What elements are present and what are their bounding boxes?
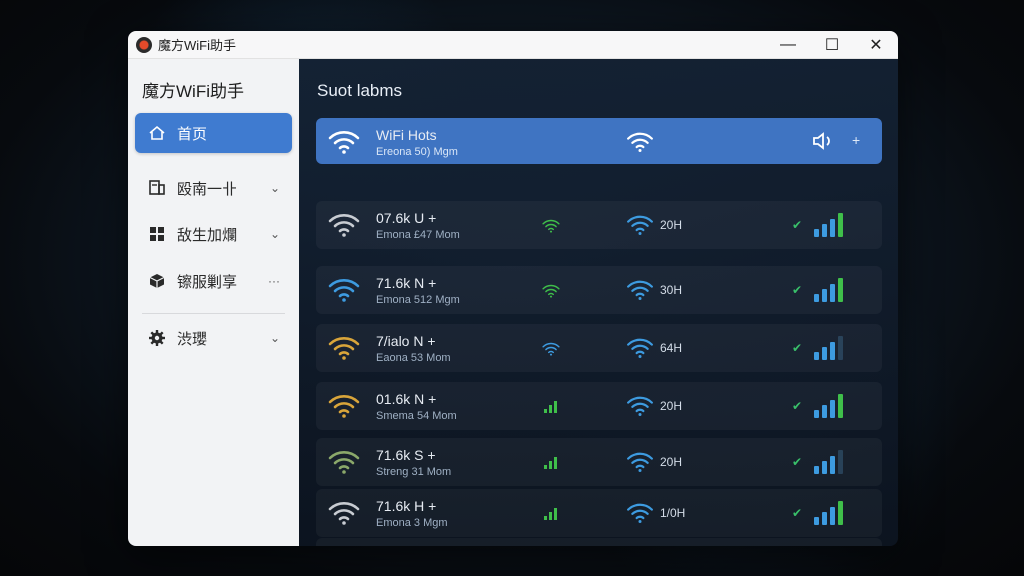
app-window: 魔方WiFi助手 — ☐ ✕ 魔方WiFi助手 首页 殴南一卝 ⌄ 敌生加爛 ⌄… bbox=[128, 31, 898, 546]
wifi-icon bbox=[328, 277, 360, 303]
network-subtitle: Emona £47 Mom bbox=[376, 229, 460, 241]
band-wifi-icon bbox=[542, 283, 560, 299]
network-row[interactable]: 71.6k N + Emona 512 Mgm 30H ✔ bbox=[316, 266, 882, 314]
speed-label: 1/0H bbox=[660, 506, 686, 520]
check-icon: ✔ bbox=[792, 283, 803, 297]
network-name: 71.6k S + bbox=[376, 447, 436, 463]
network-subtitle: Ereona 50) Mgm bbox=[376, 146, 458, 158]
network-row[interactable]: 7/ialo N + Eaona 53 Mom 64H ✔ bbox=[316, 324, 882, 372]
wifi-icon bbox=[328, 212, 360, 238]
speed-label: 30H bbox=[660, 283, 683, 297]
page-title: Suot labms bbox=[317, 81, 403, 100]
app-logo-icon bbox=[136, 36, 152, 53]
check-icon: ✔ bbox=[792, 455, 803, 469]
sidebar-item-apps[interactable]: 敌生加爛 ⌄ bbox=[135, 214, 292, 254]
signal-strength-icon bbox=[810, 448, 848, 476]
wifi-icon bbox=[626, 214, 654, 236]
main-panel: Suot labms WiFi Hots Ereona 50) Mgm +07.6k… bbox=[299, 59, 898, 546]
grid-apps-icon bbox=[147, 224, 167, 244]
wifi-icon bbox=[328, 449, 360, 475]
window-controls: — ☐ ✕ bbox=[766, 31, 898, 59]
sidebar-item-share[interactable]: 镲服剿享 ··· bbox=[135, 261, 292, 301]
check-icon: ✔ bbox=[792, 506, 803, 520]
sidebar-item-label: 渋瓔 bbox=[177, 330, 208, 348]
check-icon: ✔ bbox=[792, 218, 803, 232]
network-name: 71.6k H + bbox=[376, 498, 437, 514]
speed-label: 20H bbox=[660, 455, 683, 469]
chevron-down-icon[interactable]: ⌄ bbox=[270, 181, 280, 195]
band-signal-icon bbox=[542, 399, 560, 415]
band-signal-icon bbox=[542, 455, 560, 471]
maximize-button[interactable]: ☐ bbox=[810, 31, 854, 59]
sidebar-item-devices[interactable]: 殴南一卝 ⌄ bbox=[135, 168, 292, 208]
box-share-icon bbox=[147, 271, 167, 291]
network-subtitle: Streng 31 Mom bbox=[376, 466, 452, 478]
title-bar: 魔方WiFi助手 — ☐ ✕ bbox=[128, 31, 898, 59]
more-icon[interactable]: ··· bbox=[268, 274, 280, 288]
check-icon: ✔ bbox=[792, 399, 803, 413]
sidebar-item-label: 殴南一卝 bbox=[177, 180, 238, 198]
chevron-down-icon[interactable]: ⌄ bbox=[270, 227, 280, 241]
network-name: 07.6k U + bbox=[376, 210, 437, 226]
network-name: 71.6k N + bbox=[376, 275, 437, 291]
band-signal-icon bbox=[542, 506, 560, 522]
network-subtitle: Eaona 53 Mom bbox=[376, 352, 451, 364]
signal-strength-icon bbox=[810, 392, 848, 420]
network-row-selected[interactable]: WiFi Hots Ereona 50) Mgm + bbox=[316, 118, 882, 164]
speed-label: 64H bbox=[660, 341, 683, 355]
wifi-icon bbox=[626, 337, 654, 359]
network-name: 01.6k N + bbox=[376, 391, 437, 407]
network-name: 7/ialo N + bbox=[376, 333, 436, 349]
network-subtitle: Emona 3 Mgm bbox=[376, 517, 448, 529]
device-list-icon bbox=[147, 178, 167, 198]
wifi-icon bbox=[626, 395, 654, 417]
network-row[interactable]: 71.6k H + Emona 3 Mgm 1/0H ✔ bbox=[316, 489, 882, 537]
sidebar-item-home[interactable]: 首页 bbox=[135, 113, 292, 153]
signal-strength-icon bbox=[810, 211, 848, 239]
sidebar-title: 魔方WiFi助手 bbox=[142, 82, 244, 101]
network-subtitle: Smema 54 Mom bbox=[376, 410, 457, 422]
network-row[interactable]: 71.6k N +Emona 9 Mgm20H✔ bbox=[316, 538, 882, 546]
gear-icon bbox=[147, 328, 167, 348]
network-name: WiFi Hots bbox=[376, 127, 437, 143]
sidebar-divider bbox=[142, 313, 285, 314]
signal-strength-icon bbox=[810, 334, 848, 362]
chevron-down-icon[interactable]: ⌄ bbox=[270, 331, 280, 345]
sidebar: 魔方WiFi助手 首页 殴南一卝 ⌄ 敌生加爛 ⌄ 镲服剿享 ··· 渋瓔 ⌄ bbox=[128, 59, 299, 546]
wifi-icon bbox=[328, 393, 360, 419]
band-wifi-icon bbox=[542, 218, 560, 234]
network-subtitle: Emona 512 Mgm bbox=[376, 294, 460, 306]
speaker-icon[interactable] bbox=[812, 132, 836, 155]
close-button[interactable]: ✕ bbox=[854, 31, 898, 59]
network-row[interactable]: 07.6k U + Emona £47 Mom 20H ✔ bbox=[316, 201, 882, 249]
network-row[interactable]: 01.6k N + Smema 54 Mom 20H ✔ bbox=[316, 382, 882, 430]
add-icon[interactable]: + bbox=[852, 132, 860, 148]
wifi-icon bbox=[626, 279, 654, 301]
sidebar-item-label: 敌生加爛 bbox=[177, 226, 238, 244]
check-icon: ✔ bbox=[792, 341, 803, 355]
sidebar-item-label: 镲服剿享 bbox=[177, 273, 238, 291]
signal-strength-icon bbox=[810, 276, 848, 304]
wifi-icon bbox=[328, 129, 360, 155]
sidebar-item-settings[interactable]: 渋瓔 ⌄ bbox=[135, 318, 292, 358]
sidebar-item-label: 首页 bbox=[177, 125, 208, 143]
wifi-icon bbox=[626, 502, 654, 524]
signal-strength-icon bbox=[810, 499, 848, 527]
wifi-icon bbox=[626, 131, 654, 153]
band-wifi-icon bbox=[542, 341, 560, 357]
window-title: 魔方WiFi助手 bbox=[158, 38, 236, 53]
wifi-icon bbox=[328, 335, 360, 361]
speed-label: 20H bbox=[660, 218, 683, 232]
home-icon bbox=[147, 123, 167, 143]
speed-label: 20H bbox=[660, 399, 683, 413]
wifi-icon bbox=[626, 451, 654, 473]
wifi-icon bbox=[328, 500, 360, 526]
network-row[interactable]: 71.6k S + Streng 31 Mom 20H ✔ bbox=[316, 438, 882, 486]
minimize-button[interactable]: — bbox=[766, 31, 810, 59]
